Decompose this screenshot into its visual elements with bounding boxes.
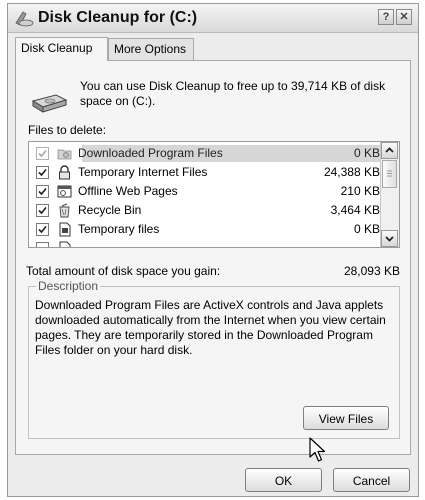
file-name: Downloaded Program Files (78, 146, 223, 160)
list-scrollbar[interactable] (380, 142, 399, 247)
folder-icon (57, 149, 72, 160)
file-size: 210 KB (340, 184, 380, 198)
ok-button[interactable]: OK (245, 468, 322, 492)
file-name: Recycle Bin (78, 203, 142, 217)
checkbox[interactable] (36, 204, 49, 217)
file-icon (59, 241, 71, 247)
title-bar[interactable]: Disk Cleanup for (C:) ? ✕ (8, 4, 418, 33)
scroll-up-button[interactable] (381, 142, 398, 159)
web-page-icon (57, 185, 72, 198)
description-text: Downloaded Program Files are ActiveX con… (35, 298, 386, 357)
disk-cleanup-icon (15, 11, 34, 27)
file-size: 0 KB (353, 146, 380, 160)
temp-file-icon (59, 222, 71, 237)
checkbox[interactable] (36, 166, 49, 179)
close-button[interactable]: ✕ (396, 9, 412, 25)
help-button[interactable]: ? (378, 9, 394, 25)
files-list[interactable]: Downloaded Program Files 0 KB Temporary … (28, 141, 400, 248)
checkbox[interactable] (36, 185, 49, 198)
scroll-down-button[interactable] (381, 230, 398, 247)
file-name: Offline Web Pages (78, 184, 178, 198)
file-size: 0 KB (353, 222, 380, 236)
chevron-down-icon (385, 236, 394, 242)
checkbox[interactable] (36, 147, 49, 160)
grip-icon (387, 170, 392, 177)
hard-drive-icon (31, 94, 68, 113)
description-group: Description Downloaded Program Files are… (28, 279, 400, 439)
disk-cleanup-panel: You can use Disk Cleanup to free up to 3… (15, 60, 411, 455)
list-item[interactable]: Recycle Bin 3,464 KB (30, 201, 380, 220)
file-size: 3,464 KB (330, 203, 380, 217)
window-title: Disk Cleanup for (C:) (38, 9, 198, 26)
mouse-pointer-icon (309, 437, 326, 462)
list-item[interactable]: Offline Web Pages 210 KB (30, 182, 380, 201)
list-item[interactable]: Temporary files 0 KB (30, 220, 380, 239)
cancel-button[interactable]: Cancel (333, 468, 410, 492)
list-item[interactable]: Downloaded Program Files 0 KB (30, 144, 380, 163)
checkbox[interactable] (36, 223, 49, 236)
disk-cleanup-dialog: Disk Cleanup for (C:) ? ✕ Disk Cleanup M… (7, 3, 419, 497)
files-to-delete-label: Files to delete: (28, 123, 107, 137)
description-legend: Description (36, 279, 101, 293)
tab-disk-cleanup[interactable]: Disk Cleanup (15, 37, 108, 61)
total-space-value: 28,093 KB (343, 264, 400, 278)
scroll-thumb[interactable] (382, 160, 397, 188)
lock-icon (59, 165, 70, 180)
chevron-up-icon (385, 147, 394, 153)
file-size: 24,388 KB (323, 165, 380, 179)
view-files-button[interactable]: View Files (303, 406, 389, 430)
file-name: Temporary Internet Files (78, 165, 208, 179)
list-item[interactable]: Temporary Internet Files 24,388 KB (30, 163, 380, 182)
intro-text: You can use Disk Cleanup to free up to 3… (80, 79, 386, 108)
checkbox[interactable] (36, 242, 49, 247)
recycle-bin-icon (59, 203, 70, 218)
tab-more-options[interactable]: More Options (108, 38, 194, 60)
file-name: Temporary files (78, 222, 160, 236)
total-space-label: Total amount of disk space you gain: (26, 264, 221, 278)
list-item[interactable] (30, 239, 380, 247)
